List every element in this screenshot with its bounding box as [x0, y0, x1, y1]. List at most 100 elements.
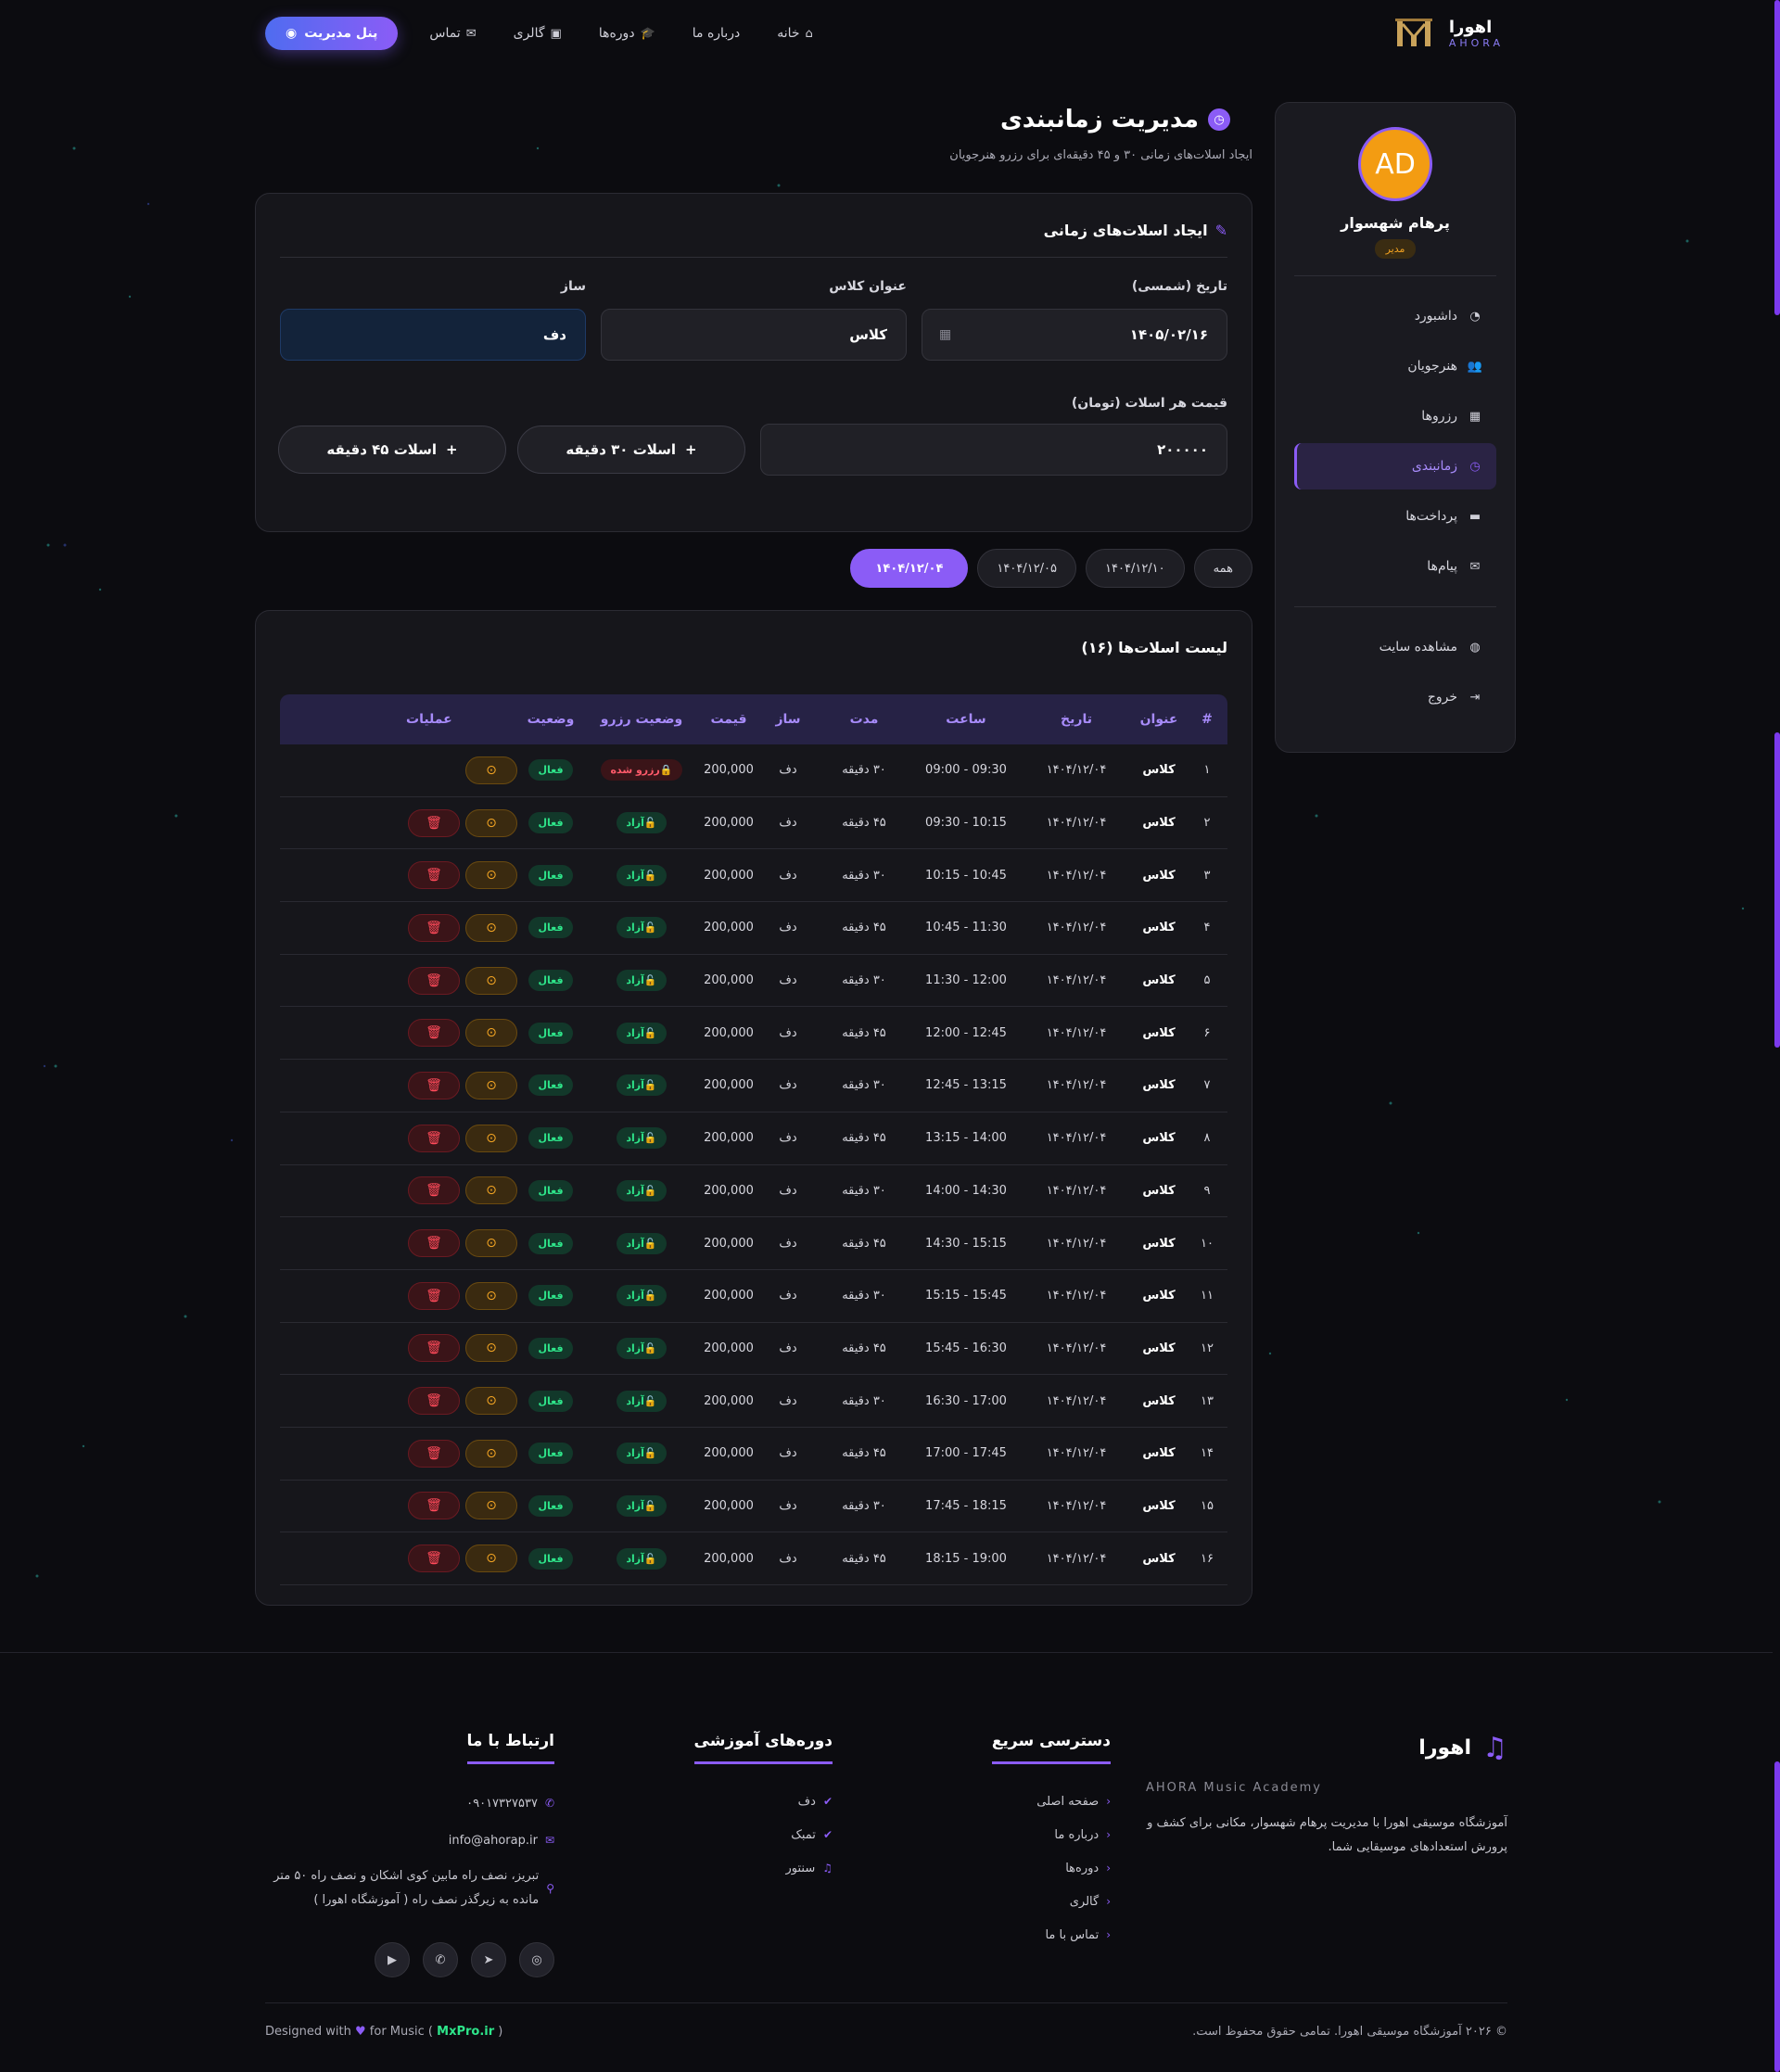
trash-icon[interactable]: 🗑: [408, 861, 460, 890]
trash-icon[interactable]: 🗑: [408, 1019, 460, 1048]
cell-time: 09:30 - 10:15: [925, 816, 1007, 831]
footer-description: آموزشگاه موسیقی اهورا با مدیریت پرهام شه…: [1147, 1816, 1507, 1854]
toggle-icon[interactable]: ⊙: [465, 1176, 517, 1205]
sidebar-item-logout[interactable]: ⇥ خروج: [1294, 674, 1496, 720]
sidebar-item-dashboard[interactable]: ◔ داشبورد: [1294, 293, 1496, 339]
designer-credit: Designed with ♥ for Music ( MxPro.ir ): [265, 2025, 502, 2039]
nav-courses[interactable]: 🎓 دوره‌ها: [584, 17, 670, 50]
instagram-icon[interactable]: ◎: [519, 1942, 554, 1977]
add-30min-slot-button[interactable]: + اسلات ۳۰ دقیقه: [517, 426, 745, 474]
table-row: ۵ کلاس ۱۴۰۴/۱۲/۰۴ 11:30 - 12:00 ۳۰ دقیقه دف 20…: [280, 955, 1227, 1008]
trash-icon[interactable]: 🗑: [408, 1229, 460, 1258]
brand-name: اهورا: [1448, 18, 1493, 37]
class-title-field[interactable]: کلاس: [601, 309, 907, 361]
footer-link[interactable]: ‹ تماس با ما: [925, 1918, 1111, 1951]
nav-home[interactable]: ⌂ خانه: [762, 17, 828, 50]
nav-about[interactable]: درباره ما: [678, 17, 755, 50]
gauge-icon: ◉: [286, 26, 298, 41]
footer-course[interactable]: ♫ سنتور: [647, 1851, 833, 1885]
toggle-icon[interactable]: ⊙: [465, 808, 517, 837]
whatsapp-icon[interactable]: ✆: [423, 1942, 458, 1977]
brand-logo[interactable]: اهورا AHORA: [1392, 15, 1504, 52]
toggle-icon[interactable]: ⊙: [465, 966, 517, 995]
price-field[interactable]: ۲۰۰۰۰۰: [760, 424, 1227, 476]
trash-icon[interactable]: 🗑: [408, 1071, 460, 1100]
cell-price: 200,000: [704, 1289, 754, 1303]
cell-instrument: دف: [779, 1498, 797, 1513]
sidebar-item-messages[interactable]: ✉ پیام‌ها: [1294, 543, 1496, 590]
nav-about-label: درباره ما: [692, 26, 741, 41]
cell-date: ۱۴۰۴/۱۲/۰۴: [1046, 1341, 1107, 1355]
cell-instrument: دف: [779, 1393, 797, 1408]
cell-title: کلاس: [1142, 1341, 1176, 1355]
cell-actions: 🗑 ⊙: [388, 1019, 517, 1048]
sidebar-item-view-site[interactable]: ◍ مشاهده سایت: [1294, 624, 1496, 670]
toggle-icon[interactable]: ⊙: [465, 1334, 517, 1363]
nav-gallery[interactable]: ▣ گالری: [499, 17, 577, 50]
active-badge: فعال: [528, 1443, 573, 1465]
footer-email[interactable]: ✉ info@ahorap.ir: [258, 1822, 554, 1859]
filter-date-active[interactable]: ۱۴۰۴/۱۲/۰۴: [850, 549, 969, 588]
toggle-icon[interactable]: ⊙: [465, 1229, 517, 1258]
free-badge: 🔓آزاد: [617, 1337, 667, 1359]
trash-icon[interactable]: 🗑: [408, 1334, 460, 1363]
footer-phone[interactable]: ✆ ۰۹۰۱۷۳۲۷۵۳۷: [258, 1785, 554, 1822]
toggle-icon[interactable]: ⊙: [465, 861, 517, 890]
trash-icon[interactable]: 🗑: [408, 966, 460, 995]
instrument-field[interactable]: دف: [280, 309, 586, 361]
cell-status: فعال: [517, 970, 584, 992]
add-45min-slot-button[interactable]: + اسلات ۴۵ دقیقه: [278, 426, 506, 474]
toggle-icon[interactable]: ⊙: [465, 1124, 517, 1152]
footer-link[interactable]: ‹ درباره ما: [925, 1818, 1111, 1851]
sidebar-item-students[interactable]: 👥 هنرجویان: [1294, 343, 1496, 389]
trash-icon[interactable]: 🗑: [408, 1176, 460, 1205]
footer-course[interactable]: ✔ دف: [647, 1785, 833, 1818]
toggle-icon[interactable]: ⊙: [465, 756, 517, 784]
telegram-icon[interactable]: ➤: [471, 1942, 506, 1977]
footer-link[interactable]: ‹ گالری: [925, 1885, 1111, 1918]
toggle-icon[interactable]: ⊙: [465, 1281, 517, 1310]
table-row: ۹ کلاس ۱۴۰۴/۱۲/۰۴ 14:00 - 14:30 ۳۰ دقیقه دف 20…: [280, 1165, 1227, 1218]
filter-all[interactable]: همه: [1193, 549, 1252, 588]
trash-icon[interactable]: 🗑: [408, 1124, 460, 1152]
footer-contact-list: ✆ ۰۹۰۱۷۳۲۷۵۳۷ ✉ info@ahorap.ir ⚲ تبریز، نصف…: [258, 1785, 554, 1918]
cell-reserve-status: 🔓آزاد: [584, 1337, 699, 1359]
cell-price: 200,000: [704, 1446, 754, 1461]
trash-icon[interactable]: 🗑: [408, 1439, 460, 1468]
trash-icon[interactable]: 🗑: [408, 1281, 460, 1310]
sidebar-item-payments[interactable]: ▬ پرداخت‌ها: [1294, 493, 1496, 540]
youtube-icon[interactable]: ▶: [375, 1942, 410, 1977]
footer-link[interactable]: ‹ صفحه اصلی: [925, 1785, 1111, 1818]
footer-link[interactable]: ‹ دوره‌ها: [925, 1851, 1111, 1885]
trash-icon[interactable]: 🗑: [408, 1387, 460, 1416]
trash-icon[interactable]: 🗑: [408, 1492, 460, 1520]
footer-courses-title: دوره‌های آموزشی: [693, 1732, 833, 1764]
toggle-icon[interactable]: ⊙: [465, 913, 517, 942]
sidebar-item-reservations[interactable]: ▦ رزروها: [1294, 393, 1496, 439]
free-label: آزاد: [626, 1132, 644, 1145]
toggle-icon[interactable]: ⊙: [465, 1544, 517, 1573]
credit-suffix: ): [498, 2025, 503, 2039]
table-header: # عنوان تاریخ ساعت مدت ساز قیمت وضعیت رز…: [280, 694, 1227, 744]
date-field[interactable]: ۱۴۰۵/۰۲/۱۶ ▦: [922, 309, 1227, 361]
sidebar-item-schedule[interactable]: ◷ زمانبندی: [1294, 443, 1496, 489]
credit-link[interactable]: MxPro.ir: [437, 2025, 494, 2039]
cell-actions: 🗑 ⊙: [388, 808, 517, 837]
footer-course[interactable]: ✔ تمبک: [647, 1818, 833, 1851]
toggle-icon[interactable]: ⊙: [465, 1439, 517, 1468]
toggle-icon[interactable]: ⊙: [465, 1019, 517, 1048]
user-name: پرهام شهسوار: [1341, 214, 1450, 232]
toggle-icon[interactable]: ⊙: [465, 1492, 517, 1520]
cell-time: 17:45 - 18:15: [925, 1498, 1007, 1513]
toggle-icon[interactable]: ⊙: [465, 1387, 517, 1416]
trash-icon[interactable]: 🗑: [408, 913, 460, 942]
filter-date[interactable]: ۱۴۰۴/۱۲/۱۰: [1086, 549, 1185, 588]
avatar[interactable]: AD: [1358, 127, 1432, 201]
trash-icon[interactable]: 🗑: [408, 1544, 460, 1573]
nav-contact[interactable]: ✉ تماس: [414, 17, 490, 50]
toggle-icon[interactable]: ⊙: [465, 1071, 517, 1100]
trash-icon[interactable]: 🗑: [408, 808, 460, 837]
admin-panel-button[interactable]: پنل مدیریت ◉: [265, 17, 399, 50]
cell-reserve-status: 🔓آزاد: [584, 1127, 699, 1150]
filter-date[interactable]: ۱۴۰۴/۱۲/۰۵: [977, 549, 1077, 588]
